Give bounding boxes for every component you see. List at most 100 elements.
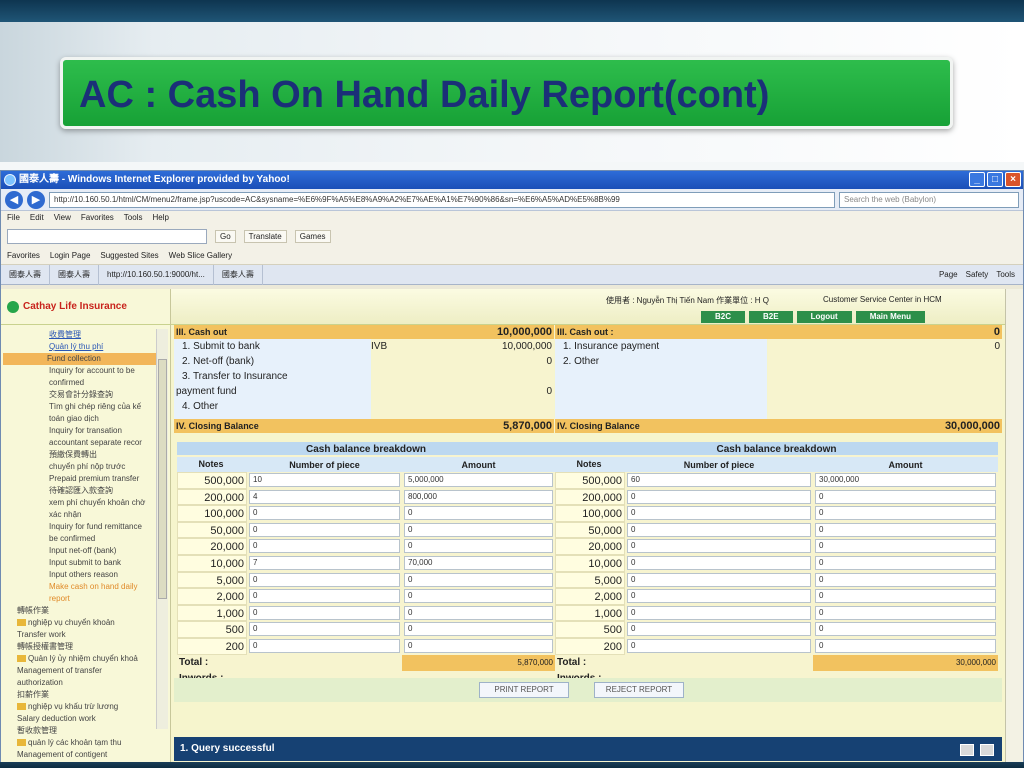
- amount-input[interactable]: 0: [404, 539, 553, 554]
- sidebar-item[interactable]: Management of contigent: [3, 749, 170, 761]
- piece-input[interactable]: 4: [249, 489, 400, 504]
- piece-input[interactable]: 0: [249, 638, 400, 653]
- page-menu[interactable]: Page: [939, 270, 958, 279]
- amount-input[interactable]: 0: [404, 589, 553, 604]
- sidebar-item[interactable]: 扣薪作業: [3, 689, 170, 701]
- menu-help[interactable]: Help: [152, 211, 168, 225]
- sidebar-item[interactable]: 交易會計分錄查詢: [3, 389, 170, 401]
- sidebar-item[interactable]: Inquiry for transation: [3, 425, 170, 437]
- piece-input[interactable]: 0: [627, 555, 811, 570]
- menu-tools[interactable]: Tools: [124, 211, 143, 225]
- close-icon[interactable]: ×: [1005, 172, 1021, 187]
- nav-tab-b2c[interactable]: B2C: [701, 311, 746, 323]
- amount-input[interactable]: 0: [404, 638, 553, 653]
- toolbar-search-box[interactable]: [7, 228, 207, 244]
- piece-input[interactable]: 0: [249, 622, 400, 637]
- amount-input[interactable]: 0: [815, 522, 996, 537]
- address-input[interactable]: http://10.160.50.1/html/CM/menu2/frame.j…: [49, 191, 835, 208]
- forward-icon[interactable]: ▶: [27, 190, 45, 209]
- sidebar-item[interactable]: Quản lý thu phí: [3, 341, 170, 353]
- amount-input[interactable]: 0: [815, 572, 996, 587]
- tab-3[interactable]: http://10.160.50.1:9000/ht...: [99, 264, 214, 285]
- sidebar-item[interactable]: be confirmed: [3, 533, 170, 545]
- sidebar-item[interactable]: nghiệp vụ khấu trừ lương: [3, 701, 170, 713]
- reject-report-button[interactable]: REJECT REPORT: [594, 682, 684, 698]
- amount-input[interactable]: 0: [404, 522, 553, 537]
- sidebar-item[interactable]: Input others reason: [3, 569, 170, 581]
- translate-button[interactable]: Translate: [243, 229, 287, 243]
- piece-input[interactable]: 7: [249, 555, 400, 570]
- amount-input[interactable]: 0: [404, 605, 553, 620]
- sidebar-item[interactable]: Tìm ghi chép riêng của kế: [3, 401, 170, 413]
- amount-input[interactable]: 0: [815, 605, 996, 620]
- amount-input[interactable]: 5,000,000: [404, 473, 553, 487]
- amount-input[interactable]: 0: [815, 638, 996, 653]
- sidebar-item[interactable]: 收費管理: [3, 329, 170, 341]
- tab-1[interactable]: 國泰人壽: [1, 264, 50, 285]
- menu-edit[interactable]: Edit: [30, 211, 44, 225]
- nav-tab-b2e[interactable]: B2E: [749, 311, 793, 323]
- suggested-sites-link[interactable]: Suggested Sites: [100, 251, 158, 260]
- sidebar-item[interactable]: Salary deduction work: [3, 713, 170, 725]
- piece-input[interactable]: 0: [249, 539, 400, 554]
- piece-input[interactable]: 0: [627, 638, 811, 653]
- back-icon[interactable]: ◀: [5, 190, 23, 209]
- piece-input[interactable]: 60: [627, 473, 811, 487]
- sidebar-item[interactable]: report: [3, 593, 170, 605]
- piece-input[interactable]: 0: [249, 506, 400, 521]
- sidebar-item[interactable]: chuyển phí nộp trước: [3, 461, 170, 473]
- menu-favorites[interactable]: Favorites: [81, 211, 114, 225]
- sidebar-item[interactable]: Input submit to bank: [3, 557, 170, 569]
- piece-input[interactable]: 0: [627, 506, 811, 521]
- amount-input[interactable]: 0: [404, 572, 553, 587]
- amount-input[interactable]: 800,000: [404, 489, 553, 504]
- sidebar-item[interactable]: Transfer work: [3, 629, 170, 641]
- tab-2[interactable]: 國泰人壽: [50, 264, 99, 285]
- app-scrollbar[interactable]: [1005, 289, 1023, 762]
- web-slice-gallery-link[interactable]: Web Slice Gallery: [169, 251, 232, 260]
- piece-input[interactable]: 0: [249, 605, 400, 620]
- menu-view[interactable]: View: [54, 211, 71, 225]
- amount-input[interactable]: 70,000: [404, 555, 553, 570]
- piece-input[interactable]: 0: [627, 605, 811, 620]
- games-button[interactable]: Games: [294, 229, 331, 243]
- sidebar-scrollbar[interactable]: [156, 329, 168, 729]
- sidebar-item[interactable]: 轉帳授權書管理: [3, 641, 170, 653]
- sidebar-item[interactable]: Input net-off (bank): [3, 545, 170, 557]
- sidebar-item[interactable]: confirmed: [3, 377, 170, 389]
- piece-input[interactable]: 10: [249, 473, 400, 487]
- login-page-link[interactable]: Login Page: [50, 251, 90, 260]
- piece-input[interactable]: 0: [627, 589, 811, 604]
- amount-input[interactable]: 0: [815, 489, 996, 504]
- sidebar-item[interactable]: 暫收款管理: [3, 725, 170, 737]
- search-input[interactable]: Search the web (Babylon): [839, 191, 1019, 208]
- sidebar-item[interactable]: 轉帳作業: [3, 605, 170, 617]
- amount-input[interactable]: 0: [404, 622, 553, 637]
- piece-input[interactable]: 0: [627, 489, 811, 504]
- sidebar-item[interactable]: 預繳保費轉出: [3, 449, 170, 461]
- piece-input[interactable]: 0: [627, 572, 811, 587]
- minimize-icon[interactable]: _: [969, 172, 985, 187]
- piece-input[interactable]: 0: [627, 522, 811, 537]
- tab-4[interactable]: 國泰人壽: [214, 264, 263, 285]
- logout-button[interactable]: Logout: [796, 311, 852, 323]
- amount-input[interactable]: 0: [815, 555, 996, 570]
- favorites-button[interactable]: Favorites: [7, 251, 40, 260]
- print-report-button[interactable]: PRINT REPORT: [479, 682, 569, 698]
- safety-menu[interactable]: Safety: [966, 270, 989, 279]
- sidebar-item[interactable]: accountant separate recor: [3, 437, 170, 449]
- amount-input[interactable]: 0: [815, 589, 996, 604]
- status-button-2[interactable]: [980, 744, 994, 756]
- tools-menu[interactable]: Tools: [996, 270, 1015, 279]
- sidebar-item[interactable]: Prepaid premium transfer: [3, 473, 170, 485]
- sidebar-item[interactable]: xác nhận: [3, 509, 170, 521]
- sidebar-item[interactable]: 待確認匯入款查詢: [3, 485, 170, 497]
- sidebar-item[interactable]: quản lý các khoản tạm thu: [3, 737, 170, 749]
- sidebar-item[interactable]: nghiệp vụ chuyển khoản: [3, 617, 170, 629]
- sidebar-item[interactable]: Fund collection: [3, 353, 166, 365]
- main-menu-button[interactable]: Main Menu: [855, 311, 926, 323]
- amount-input[interactable]: 0: [815, 622, 996, 637]
- go-button[interactable]: Go: [215, 229, 236, 243]
- sidebar-item[interactable]: toán giao dịch: [3, 413, 170, 425]
- sidebar-item[interactable]: authorization: [3, 677, 170, 689]
